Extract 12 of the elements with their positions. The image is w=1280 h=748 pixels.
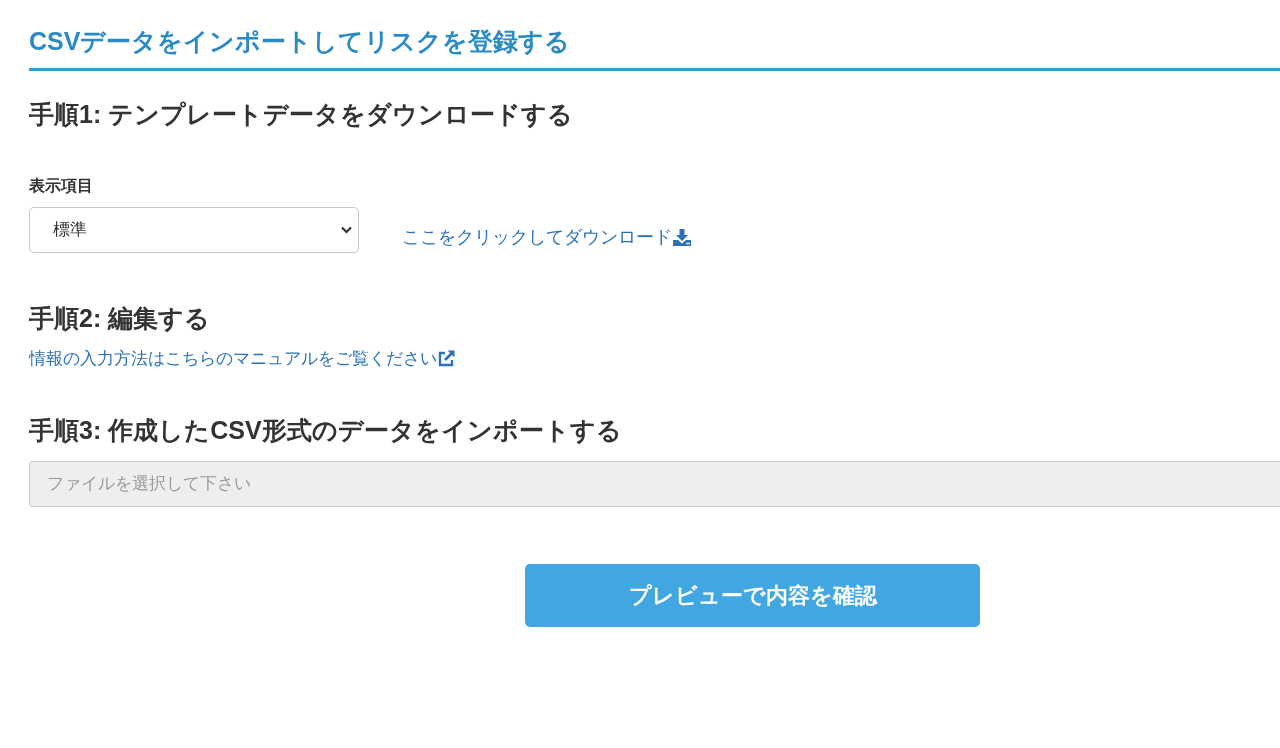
step-heading: 手順2: 編集する xyxy=(29,303,211,334)
chevron-down-icon xyxy=(341,226,352,234)
download-link[interactable]: ここをクリックしてダウンロード xyxy=(402,223,691,251)
manual-link[interactable]: 情報の入力方法はこちらのマニュアルをご覧ください xyxy=(29,346,455,372)
download-icon xyxy=(673,228,691,246)
display-items-select[interactable]: 標準 xyxy=(29,207,359,253)
preview-button[interactable]: プレビューで内容を確認 xyxy=(525,563,980,627)
step-heading: 手順3: 作成したCSV形式のデータをインポートする xyxy=(29,414,622,446)
select-label: 表示項目 xyxy=(29,177,93,194)
step-heading: 手順1: テンプレートデータをダウンロードする xyxy=(29,99,574,130)
external-link-icon xyxy=(438,350,455,368)
page-title: CSVデータをインポートしてリスクを登録する xyxy=(29,26,571,57)
